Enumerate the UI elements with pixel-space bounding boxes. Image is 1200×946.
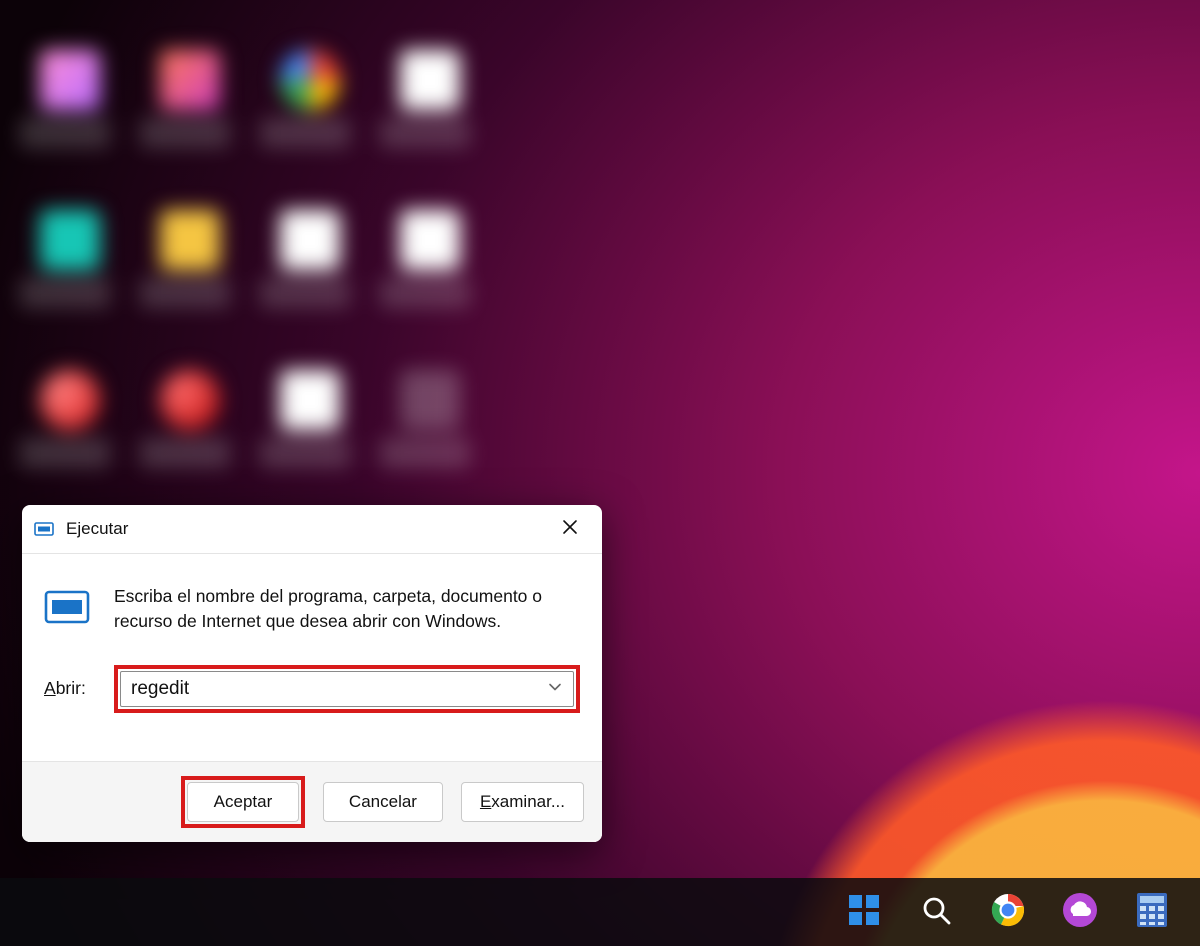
cancel-button[interactable]: Cancelar — [323, 782, 443, 822]
taskbar-cloud-app[interactable] — [1060, 892, 1100, 932]
browse-button[interactable]: Examinar... — [461, 782, 584, 822]
ok-button[interactable]: Aceptar — [187, 782, 299, 822]
close-button[interactable] — [550, 509, 590, 549]
calculator-icon — [1136, 892, 1168, 933]
taskbar — [0, 878, 1200, 946]
taskbar-chrome[interactable] — [988, 892, 1028, 932]
cloud-icon — [1062, 892, 1098, 933]
open-input[interactable] — [120, 671, 574, 707]
taskbar-calculator[interactable] — [1132, 892, 1172, 932]
taskbar-search[interactable] — [916, 892, 956, 932]
start-button[interactable] — [844, 892, 884, 932]
run-icon — [34, 521, 54, 537]
run-dialog-titlebar[interactable]: Ejecutar — [22, 505, 602, 554]
open-label: Abrir: — [44, 678, 114, 699]
chrome-icon — [991, 893, 1025, 932]
run-dialog-large-icon — [44, 588, 114, 631]
windows-logo-icon — [847, 893, 881, 932]
run-dialog-buttons: Aceptar Cancelar Examinar... — [22, 761, 602, 842]
search-icon — [920, 894, 952, 931]
run-dialog-description: Escriba el nombre del programa, carpeta,… — [114, 584, 580, 635]
open-input-highlight — [114, 665, 580, 713]
desktop-background: Ejecutar Escriba el nombre del programa,… — [0, 0, 1200, 946]
run-dialog-title: Ejecutar — [66, 519, 128, 539]
close-icon — [562, 519, 578, 540]
desktop-icons-blurred — [0, 0, 500, 520]
ok-button-highlight: Aceptar — [181, 776, 305, 828]
run-dialog: Ejecutar Escriba el nombre del programa,… — [22, 505, 602, 842]
